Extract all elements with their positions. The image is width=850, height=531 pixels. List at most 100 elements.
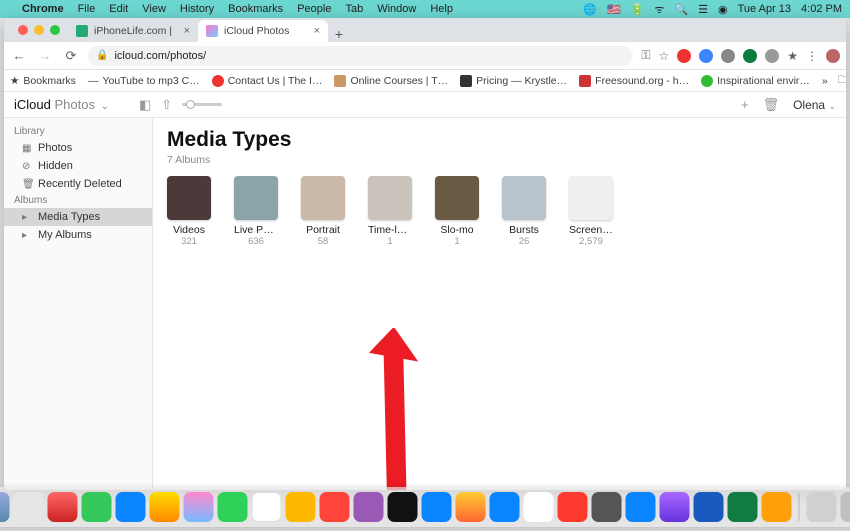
bookmark-inspirational[interactable]: Inspirational envir… xyxy=(701,75,810,87)
upload-icon[interactable]: ⇧ xyxy=(161,97,172,113)
menu-edit[interactable]: Edit xyxy=(109,3,128,15)
dock-app-icon[interactable] xyxy=(48,492,78,522)
dock-app-icon[interactable] xyxy=(762,492,792,522)
close-tab-icon[interactable]: × xyxy=(314,25,320,37)
dock-news-icon[interactable] xyxy=(558,492,588,522)
dock-safari-icon[interactable] xyxy=(490,492,520,522)
bookmark-pricing[interactable]: Pricing — Krystle… xyxy=(460,75,567,87)
back-button[interactable]: ← xyxy=(10,48,28,63)
dock-app-icon[interactable] xyxy=(660,492,690,522)
dock-excel-icon[interactable] xyxy=(728,492,758,522)
dock-appstore-icon[interactable] xyxy=(422,492,452,522)
menubar-time[interactable]: 4:02 PM xyxy=(801,3,842,15)
dock-messages-icon[interactable] xyxy=(82,492,112,522)
fullscreen-window-icon[interactable] xyxy=(50,25,60,35)
sidebar-item-my-albums[interactable]: ▸My Albums xyxy=(4,226,152,244)
extension-icon[interactable] xyxy=(677,49,691,63)
menu-file[interactable]: File xyxy=(78,3,96,15)
user-menu[interactable]: Olena ⌄ xyxy=(793,98,836,112)
album-slomo[interactable]: Slo-mo 1 xyxy=(435,176,479,247)
extension-icon[interactable] xyxy=(765,49,779,63)
add-button[interactable]: + xyxy=(741,97,749,112)
dock-photos-icon[interactable] xyxy=(184,492,214,522)
dock-downloads-icon[interactable] xyxy=(807,492,837,522)
new-tab-button[interactable]: + xyxy=(328,26,350,42)
album-videos[interactable]: Videos 321 xyxy=(167,176,211,247)
bookmarks-folder[interactable]: ★Bookmarks xyxy=(10,75,76,87)
dock-mail-icon[interactable] xyxy=(116,492,146,522)
album-bursts[interactable]: Bursts 26 xyxy=(502,176,546,247)
menu-tab[interactable]: Tab xyxy=(345,3,363,15)
dock-trash-icon[interactable] xyxy=(841,492,850,522)
status-search-icon[interactable]: 🔍 xyxy=(674,3,688,16)
key-icon[interactable]: ⚿ xyxy=(641,48,650,63)
album-count: 26 xyxy=(502,236,546,247)
dock-facetime-icon[interactable] xyxy=(218,492,248,522)
album-screenshots[interactable]: Screens… 2,579 xyxy=(569,176,613,247)
extension-icon[interactable] xyxy=(743,49,757,63)
dock-music-icon[interactable] xyxy=(320,492,350,522)
status-siri-icon[interactable]: ◉ xyxy=(718,3,728,16)
close-window-icon[interactable] xyxy=(18,25,28,35)
chrome-menu-icon[interactable]: ⋮ xyxy=(806,49,818,63)
sidebar-toggle-icon[interactable]: ◧ xyxy=(139,97,151,113)
url-input[interactable]: 🔒 icloud.com/photos/ xyxy=(88,46,633,66)
menu-bookmarks[interactable]: Bookmarks xyxy=(228,3,283,15)
bookmarks-overflow[interactable]: » xyxy=(822,75,828,87)
other-bookmarks[interactable]: 🗀Other Bookmarks xyxy=(838,72,846,90)
profile-avatar[interactable] xyxy=(826,49,840,63)
dock-calendar-icon[interactable] xyxy=(252,492,282,522)
dock-app-icon[interactable] xyxy=(456,492,486,522)
menubar-date[interactable]: Tue Apr 13 xyxy=(738,3,791,15)
tab-iphonelife[interactable]: iPhoneLife.com | × xyxy=(68,20,198,42)
close-tab-icon[interactable]: × xyxy=(184,25,190,37)
sidebar-item-photos[interactable]: ▦Photos xyxy=(4,139,152,157)
album-label: Screens… xyxy=(569,224,613,236)
forward-button[interactable]: → xyxy=(36,48,54,63)
sidebar-item-hidden[interactable]: ⊘Hidden xyxy=(4,157,152,175)
album-portrait[interactable]: Portrait 58 xyxy=(301,176,345,247)
menu-people[interactable]: People xyxy=(297,3,331,15)
album-timelapse[interactable]: Time-la… 1 xyxy=(368,176,412,247)
icloud-photos-app: iCloud Photos ⌄ ◧ ⇧ + 🗑 Olena ⌄ Library … xyxy=(4,92,846,490)
extensions-menu-icon[interactable]: ★ xyxy=(787,49,798,63)
chevron-down-icon: ⌄ xyxy=(101,101,109,112)
menu-history[interactable]: History xyxy=(180,3,214,15)
bookmark-freesound[interactable]: Freesound.org - h… xyxy=(579,75,689,87)
dock-chrome-icon[interactable] xyxy=(524,492,554,522)
dock-app-icon[interactable] xyxy=(14,492,44,522)
dock-app-icon[interactable] xyxy=(626,492,656,522)
status-flag-icon[interactable]: 🇺🇸 xyxy=(607,3,621,16)
dock-app-icon[interactable] xyxy=(150,492,180,522)
status-wifi-icon[interactable]: ᯤ xyxy=(654,2,664,17)
status-globe-icon[interactable]: 🌐 xyxy=(583,3,597,16)
star-icon[interactable]: ☆ xyxy=(658,49,669,63)
dock-app-icon[interactable] xyxy=(286,492,316,522)
dock-tv-icon[interactable] xyxy=(388,492,418,522)
dock-word-icon[interactable] xyxy=(694,492,724,522)
album-live-photos[interactable]: Live Ph… 636 xyxy=(234,176,278,247)
menu-window[interactable]: Window xyxy=(377,3,416,15)
menu-help[interactable]: Help xyxy=(430,3,453,15)
extension-icon[interactable] xyxy=(721,49,735,63)
reload-button[interactable]: ⟳ xyxy=(62,48,80,64)
bookmark-contact[interactable]: Contact Us | The I… xyxy=(212,75,323,87)
app-title[interactable]: iCloud Photos ⌄ xyxy=(14,97,109,112)
minimize-window-icon[interactable] xyxy=(34,25,44,35)
tab-icloud-photos[interactable]: iCloud Photos × xyxy=(198,20,328,42)
bookmark-courses[interactable]: Online Courses | T… xyxy=(334,75,448,87)
status-battery-icon[interactable]: 🔋 xyxy=(631,3,645,16)
status-control-center-icon[interactable]: ☰ xyxy=(698,3,708,16)
menubar-app[interactable]: Chrome xyxy=(22,3,64,15)
trash-icon[interactable]: 🗑 xyxy=(763,97,780,113)
zoom-slider[interactable] xyxy=(182,103,222,106)
menu-view[interactable]: View xyxy=(142,3,166,15)
bookmark-youtube[interactable]: —YouTube to mp3 C… xyxy=(88,75,200,87)
dock-podcasts-icon[interactable] xyxy=(354,492,384,522)
trash-icon: 🗑 xyxy=(22,179,33,190)
sidebar-item-recently-deleted[interactable]: 🗑Recently Deleted xyxy=(4,175,152,193)
dock-app-icon[interactable] xyxy=(592,492,622,522)
sidebar-item-media-types[interactable]: ▸Media Types xyxy=(4,208,152,226)
extension-icon[interactable] xyxy=(699,49,713,63)
dock-finder-icon[interactable] xyxy=(0,492,10,522)
